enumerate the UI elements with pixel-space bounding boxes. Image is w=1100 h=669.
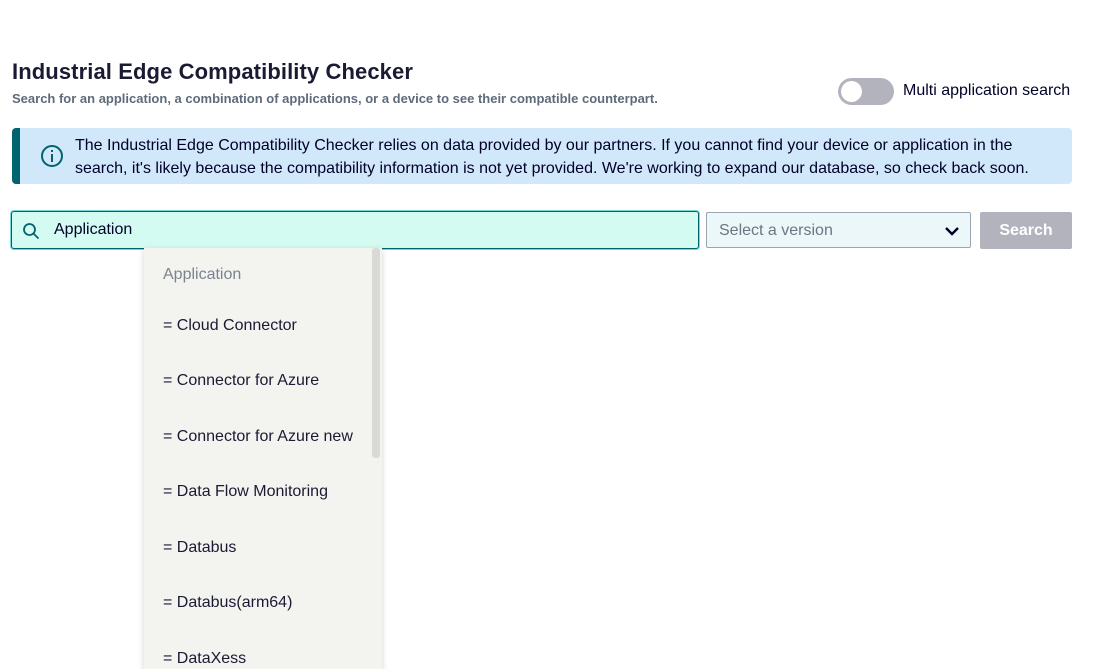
info-banner-text: The Industrial Edge Compatibility Checke…	[75, 137, 1029, 177]
multi-application-label: Multi application search	[903, 82, 1071, 99]
dropdown-item[interactable]: = Cloud Connector	[163, 317, 297, 335]
application-search-field[interactable]	[11, 211, 699, 249]
toggle-knob	[841, 81, 862, 102]
chevron-down-icon	[945, 227, 959, 236]
dropdown-item[interactable]: = Databus	[163, 539, 236, 557]
version-select[interactable]: Select a version	[706, 212, 971, 248]
search-icon	[23, 223, 39, 239]
dropdown-item[interactable]: = DataXess	[163, 650, 246, 668]
multi-application-toggle[interactable]	[838, 78, 894, 105]
info-banner: The Industrial Edge Compatibility Checke…	[12, 128, 1072, 184]
version-select-placeholder: Select a version	[719, 222, 833, 239]
dropdown-item[interactable]: = Data Flow Monitoring	[163, 483, 328, 501]
dropdown-group-header: Application	[163, 266, 242, 283]
search-input[interactable]	[54, 212, 684, 248]
info-icon	[41, 145, 63, 167]
dropdown-item[interactable]: = Databus(arm64)	[163, 594, 292, 612]
dropdown-item[interactable]: = Connector for Azure	[163, 372, 319, 390]
search-button[interactable]: Search	[980, 212, 1072, 249]
page-subtitle: Search for an application, a combination…	[12, 91, 658, 106]
search-suggestions-dropdown: Application = Cloud Connector = Connecto…	[144, 248, 382, 669]
dropdown-item[interactable]: = Connector for Azure new	[163, 428, 353, 446]
page-title: Industrial Edge Compatibility Checker	[12, 59, 413, 84]
dropdown-scrollbar[interactable]	[372, 248, 380, 458]
